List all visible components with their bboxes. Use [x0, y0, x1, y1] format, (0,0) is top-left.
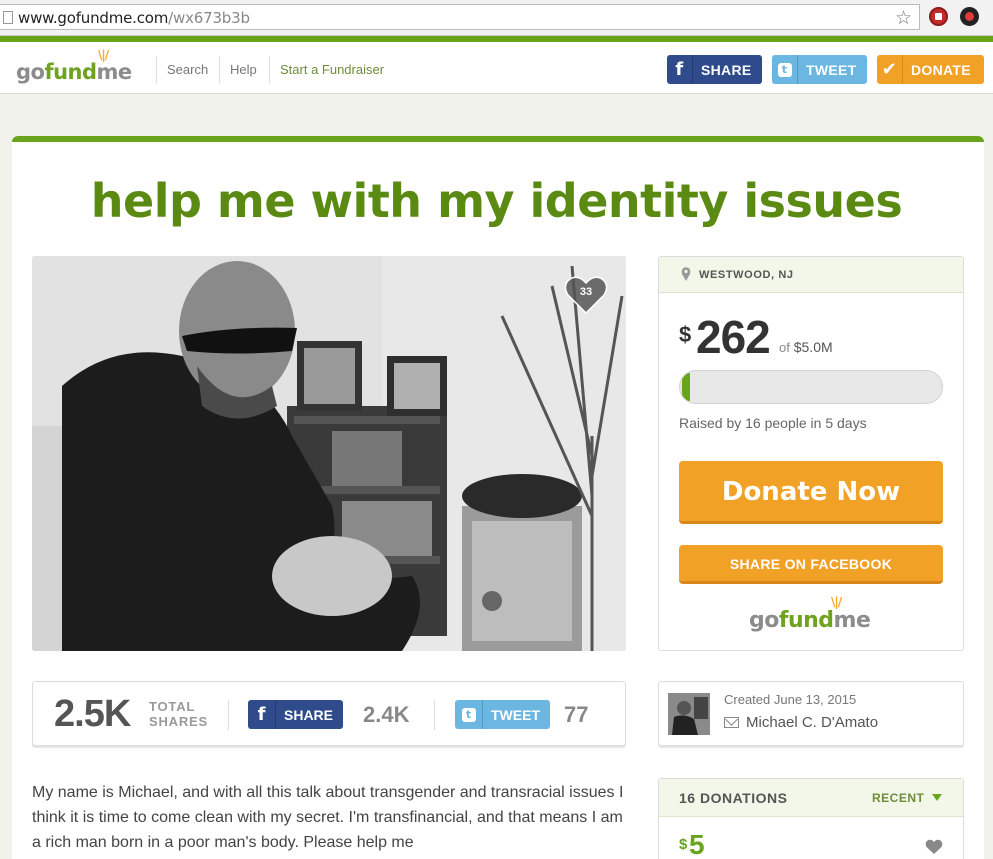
header-tweet-button[interactable]: t TWEET [772, 55, 867, 84]
twitter-icon: t [772, 55, 798, 84]
logo-sun-icon: \|/ [831, 595, 842, 609]
nav-help[interactable]: Help [219, 56, 267, 83]
page-icon [3, 11, 13, 24]
mail-icon[interactable] [724, 717, 739, 728]
logo-sun-icon: \|/ [98, 48, 109, 62]
organizer-name[interactable]: Michael C. D'Amato [746, 714, 878, 731]
gofundme-logo[interactable]: \|/ gofundme [16, 48, 132, 84]
location-text: WESTWOOD, NJ [699, 269, 794, 281]
facebook-icon: f [667, 55, 693, 84]
map-pin-icon [681, 267, 691, 281]
address-bar[interactable]: www.gofundme.com/wx673b3b ☆ [0, 4, 920, 30]
divider [434, 700, 435, 730]
chevron-down-icon[interactable] [932, 794, 942, 801]
progress-bar [679, 370, 943, 404]
star-icon[interactable]: ☆ [895, 9, 912, 29]
facebook-share-button[interactable]: f SHARE [248, 700, 343, 729]
raised-by-text: Raised by 16 people in 5 days [679, 415, 867, 431]
gofundme-footer-logo: \|/ gofundme [749, 595, 871, 633]
check-icon: ✔ [877, 55, 903, 84]
twitter-icon: t [455, 700, 483, 729]
created-date: Created June 13, 2015 [724, 692, 857, 707]
tweet-button[interactable]: t TWEET [455, 700, 550, 729]
facebook-icon: f [248, 700, 276, 729]
progress-fill [682, 373, 690, 401]
donations-count: 16 DONATIONS [679, 790, 788, 806]
browser-toolbar: www.gofundme.com/wx673b3b ☆ [0, 0, 993, 36]
donate-now-button[interactable]: Donate Now [679, 461, 943, 524]
donation-currency: $ [679, 836, 688, 853]
nav-search[interactable]: Search [156, 56, 218, 83]
avatar[interactable] [668, 693, 710, 735]
nav-start-fundraiser[interactable]: Start a Fundraiser [269, 56, 394, 83]
header-share-button[interactable]: f SHARE [667, 55, 762, 84]
donations-sort-dropdown[interactable]: RECENT [872, 791, 924, 805]
header-donate-button[interactable]: ✔ DONATE [877, 55, 984, 84]
site-header: \|/ gofundme Search Help Start a Fundrai… [0, 42, 993, 94]
share-on-facebook-button[interactable]: SHARE ON FACEBOOK [679, 545, 943, 584]
heart-icon[interactable] [925, 839, 943, 855]
goal-text: of $5.0M [779, 339, 833, 355]
campaign-title: help me with my identity issues [90, 174, 903, 228]
donation-amount: 5 [689, 829, 705, 859]
campaign-photo[interactable] [32, 256, 626, 651]
total-shares-label: TOTAL SHARES [149, 699, 208, 729]
raised-amount: 262 [696, 311, 771, 363]
campaign-story: My name is Michael, and with all this ta… [32, 784, 624, 851]
extension-icon[interactable] [960, 7, 979, 26]
tweet-count: 77 [564, 702, 589, 727]
url-text[interactable]: www.gofundme.com/wx673b3b [18, 9, 250, 27]
total-shares-count: 2.5K [54, 693, 131, 735]
heart-count: 33 [579, 286, 593, 298]
raised-currency: $ [679, 322, 692, 347]
adblock-icon[interactable] [929, 7, 948, 26]
facebook-share-count: 2.4K [363, 702, 410, 727]
divider [228, 700, 229, 730]
